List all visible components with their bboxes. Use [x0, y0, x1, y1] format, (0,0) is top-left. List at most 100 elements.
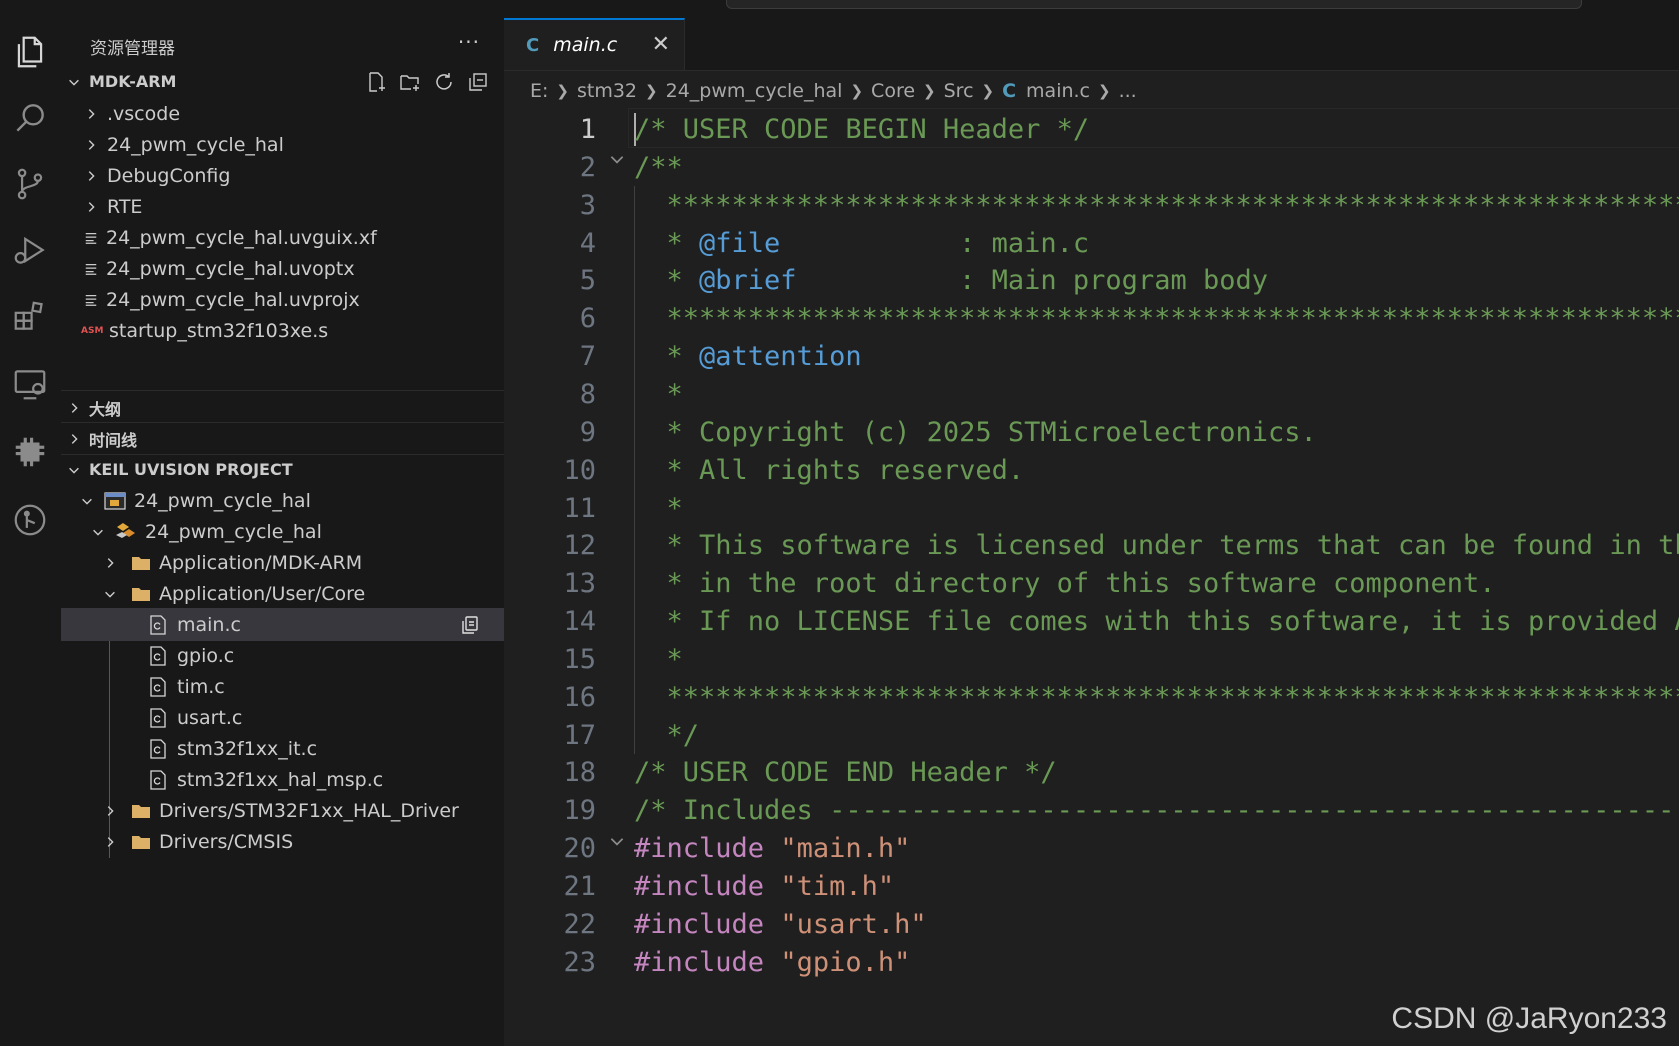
line-number: 6: [579, 303, 596, 335]
file-label: 24_pwm_cycle_hal.uvoptx: [106, 257, 355, 280]
code-line: *: [634, 492, 683, 524]
outline-section-header[interactable]: 大纲: [61, 391, 504, 424]
close-icon[interactable]: ✕: [652, 32, 670, 57]
source-control-icon[interactable]: [8, 162, 52, 206]
keil-file-tim-c[interactable]: tim.c: [61, 670, 504, 703]
breadcrumb-item[interactable]: E:: [530, 80, 548, 102]
editor-area: C main.c ✕ E: ❯ stm32 ❯ 24_pwm_cycle_hal…: [504, 18, 1679, 1046]
tree-folder-project[interactable]: 24_pwm_cycle_hal: [61, 128, 504, 161]
breadcrumb-item[interactable]: Src: [944, 80, 974, 102]
keil-group-mdk-arm[interactable]: Application/MDK-ARM: [61, 546, 504, 579]
fold-chevron-icon[interactable]: [608, 832, 626, 850]
workspace-header[interactable]: MDK-ARM: [61, 65, 504, 98]
code-token: *: [634, 265, 700, 297]
folder-icon: [132, 835, 150, 849]
code-line: /**: [634, 151, 683, 183]
tree-file-uvprojx[interactable]: 24_pwm_cycle_hal.uvprojx: [61, 283, 504, 316]
code-line: ****************************************…: [666, 681, 1679, 713]
code-view[interactable]: 1 2 3 4 5 6 7 8 9 10 11 12 13 14 15 16 17 18 19 20 21 22 23 /*…: [504, 106, 1679, 1046]
explorer-sidebar: 资源管理器 ··· MDK-ARM .vscode 24_pwm_cycle_h…: [61, 18, 505, 1046]
tree-file-uvoptx[interactable]: 24_pwm_cycle_hal.uvoptx: [61, 252, 504, 285]
c-file-icon: [150, 645, 166, 666]
keil-group-user-core[interactable]: Application/User/Core: [61, 577, 504, 610]
command-center[interactable]: [726, 0, 1582, 9]
keil-file-usart-c[interactable]: usart.c: [61, 701, 504, 734]
code-line: */: [634, 719, 700, 751]
tree-file-startup[interactable]: ASM startup_stm32f103xe.s: [61, 314, 504, 347]
keil-group-hal-driver[interactable]: Drivers/STM32F1xx_HAL_Driver: [61, 794, 504, 827]
chevron-right-icon: [88, 108, 95, 119]
keil-file-msp-c[interactable]: stm32f1xx_hal_msp.c: [61, 763, 504, 796]
refresh-icon[interactable]: [432, 70, 456, 94]
breadcrumb-item[interactable]: Core: [871, 80, 915, 102]
keil-target-label: 24_pwm_cycle_hal: [145, 520, 322, 543]
breadcrumb-file[interactable]: main.c: [1026, 80, 1090, 102]
line-number: 22: [563, 908, 596, 940]
breadcrumb-symbols[interactable]: ...: [1119, 80, 1137, 102]
tab-bar: C main.c ✕: [504, 18, 1679, 71]
keil-group-cmsis[interactable]: Drivers/CMSIS: [61, 825, 504, 858]
keil-file-it-c[interactable]: stm32f1xx_it.c: [61, 732, 504, 765]
code-line: * in the root directory of this software…: [634, 568, 1496, 600]
run-debug-icon[interactable]: [8, 228, 52, 272]
line-number: 23: [563, 946, 596, 978]
fold-chevron-icon[interactable]: [608, 150, 626, 168]
code-line: #include "tim.h": [634, 871, 894, 902]
tab-label: main.c: [553, 34, 618, 56]
group-label: Drivers/STM32F1xx_HAL_Driver: [159, 799, 459, 822]
chevron-down-icon: [105, 591, 115, 598]
code-token: @brief: [699, 265, 797, 297]
code-token: "tim.h": [780, 871, 895, 902]
tree-folder-debugconfig[interactable]: DebugConfig: [61, 159, 504, 192]
file-label: 24_pwm_cycle_hal.uvprojx: [106, 288, 360, 311]
chevron-down-icon: [69, 79, 79, 86]
open-file-icon[interactable]: [460, 615, 480, 635]
c-language-icon: C: [1002, 80, 1017, 102]
code-line: ****************************************…: [666, 303, 1679, 335]
tree-folder-vscode[interactable]: .vscode: [61, 97, 504, 130]
timeline-section-header[interactable]: 时间线: [61, 422, 504, 455]
folder-label: RTE: [107, 195, 143, 218]
keil-project-node[interactable]: 24_pwm_cycle_hal: [61, 484, 504, 517]
keil-section-header[interactable]: KEIL UVISION PROJECT: [61, 453, 504, 486]
keil-file-main-c[interactable]: main.c: [61, 608, 504, 641]
new-file-icon[interactable]: [364, 70, 388, 94]
tree-file-uvguix[interactable]: 24_pwm_cycle_hal.uvguix.xf: [61, 221, 504, 254]
git-graph-icon[interactable]: [8, 498, 52, 542]
tree-folder-rte[interactable]: RTE: [61, 190, 504, 223]
more-actions-button[interactable]: ···: [458, 30, 480, 54]
breadcrumb-item[interactable]: 24_pwm_cycle_hal: [666, 80, 843, 102]
code-line: *: [634, 643, 683, 675]
line-number: 5: [579, 265, 596, 297]
group-label: Drivers/CMSIS: [159, 830, 294, 853]
line-number: 8: [579, 378, 596, 410]
chevron-right-icon: [88, 170, 95, 181]
explorer-icon[interactable]: [8, 30, 52, 74]
chevron-down-icon: [69, 467, 79, 474]
folder-label: DebugConfig: [107, 164, 231, 187]
keil-file-gpio-c[interactable]: gpio.c: [61, 639, 504, 672]
file-label: tim.c: [177, 675, 225, 698]
asm-file-icon: ASM: [81, 325, 104, 336]
folder-open-icon: [132, 587, 150, 601]
search-icon[interactable]: [8, 96, 52, 140]
new-folder-icon[interactable]: [398, 70, 422, 94]
line-number: 9: [579, 416, 596, 448]
tab-main-c[interactable]: C main.c ✕: [504, 18, 685, 70]
file-label: startup_stm32f103xe.s: [109, 319, 329, 342]
title-bar: [0, 0, 1679, 18]
chevron-right-icon: ❯: [645, 82, 658, 100]
collapse-all-icon[interactable]: [466, 70, 490, 94]
workspace-name: MDK-ARM: [89, 72, 177, 91]
code-token: #include: [634, 946, 765, 978]
chip-icon[interactable]: [8, 430, 52, 474]
c-file-icon: [150, 707, 166, 728]
breadcrumb-item[interactable]: stm32: [577, 80, 637, 102]
keil-target-node[interactable]: 24_pwm_cycle_hal: [61, 515, 504, 548]
remote-explorer-icon[interactable]: [8, 362, 52, 406]
code-line: * Copyright (c) 2025 STMicroelectronics.: [634, 416, 1317, 448]
line-number: 1: [579, 114, 596, 145]
extensions-icon[interactable]: [8, 294, 52, 338]
file-label: 24_pwm_cycle_hal.uvguix.xf: [106, 226, 377, 249]
